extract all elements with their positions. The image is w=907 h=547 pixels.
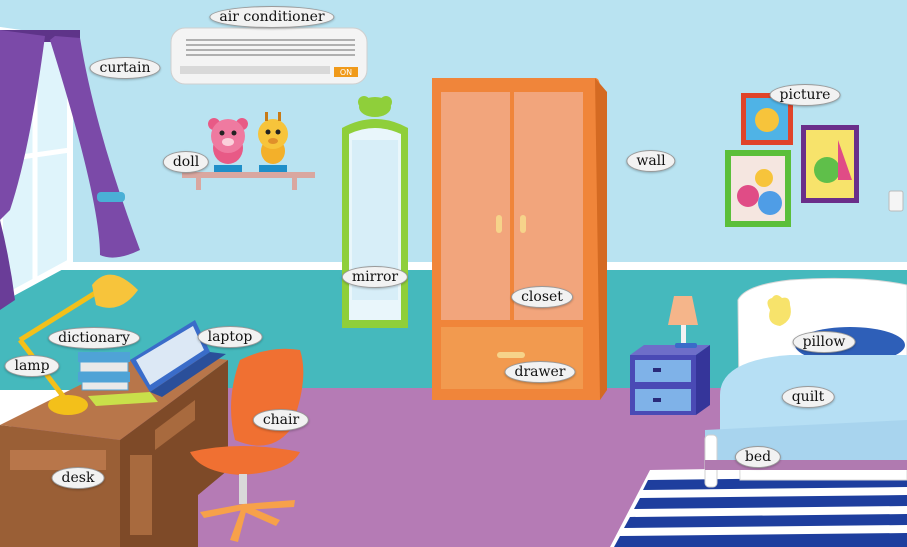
label-picture: picture — [769, 84, 841, 106]
label-closet: closet — [511, 286, 573, 308]
air-conditioner-unit: ON — [170, 27, 368, 85]
label-doll: doll — [162, 151, 210, 173]
label-drawer: drawer — [504, 361, 576, 383]
label-quilt: quilt — [781, 386, 835, 408]
label-mirror: mirror — [341, 266, 409, 288]
light-switch — [888, 190, 904, 212]
label-wall: wall — [626, 150, 676, 172]
label-curtain: curtain — [89, 57, 161, 79]
bedroom-scene: ON air conditioner curtain doll mirror c… — [0, 0, 907, 547]
closet-illustration — [432, 78, 607, 400]
label-lamp: lamp — [4, 355, 60, 377]
svg-text:ON: ON — [340, 68, 352, 77]
label-bed: bed — [734, 446, 782, 468]
label-dictionary: dictionary — [48, 327, 140, 349]
label-chair: chair — [252, 409, 310, 431]
label-laptop: laptop — [197, 326, 263, 348]
label-air-conditioner: air conditioner — [209, 6, 335, 28]
label-desk: desk — [51, 467, 105, 489]
mirror-illustration — [342, 96, 408, 328]
label-pillow: pillow — [792, 331, 856, 353]
